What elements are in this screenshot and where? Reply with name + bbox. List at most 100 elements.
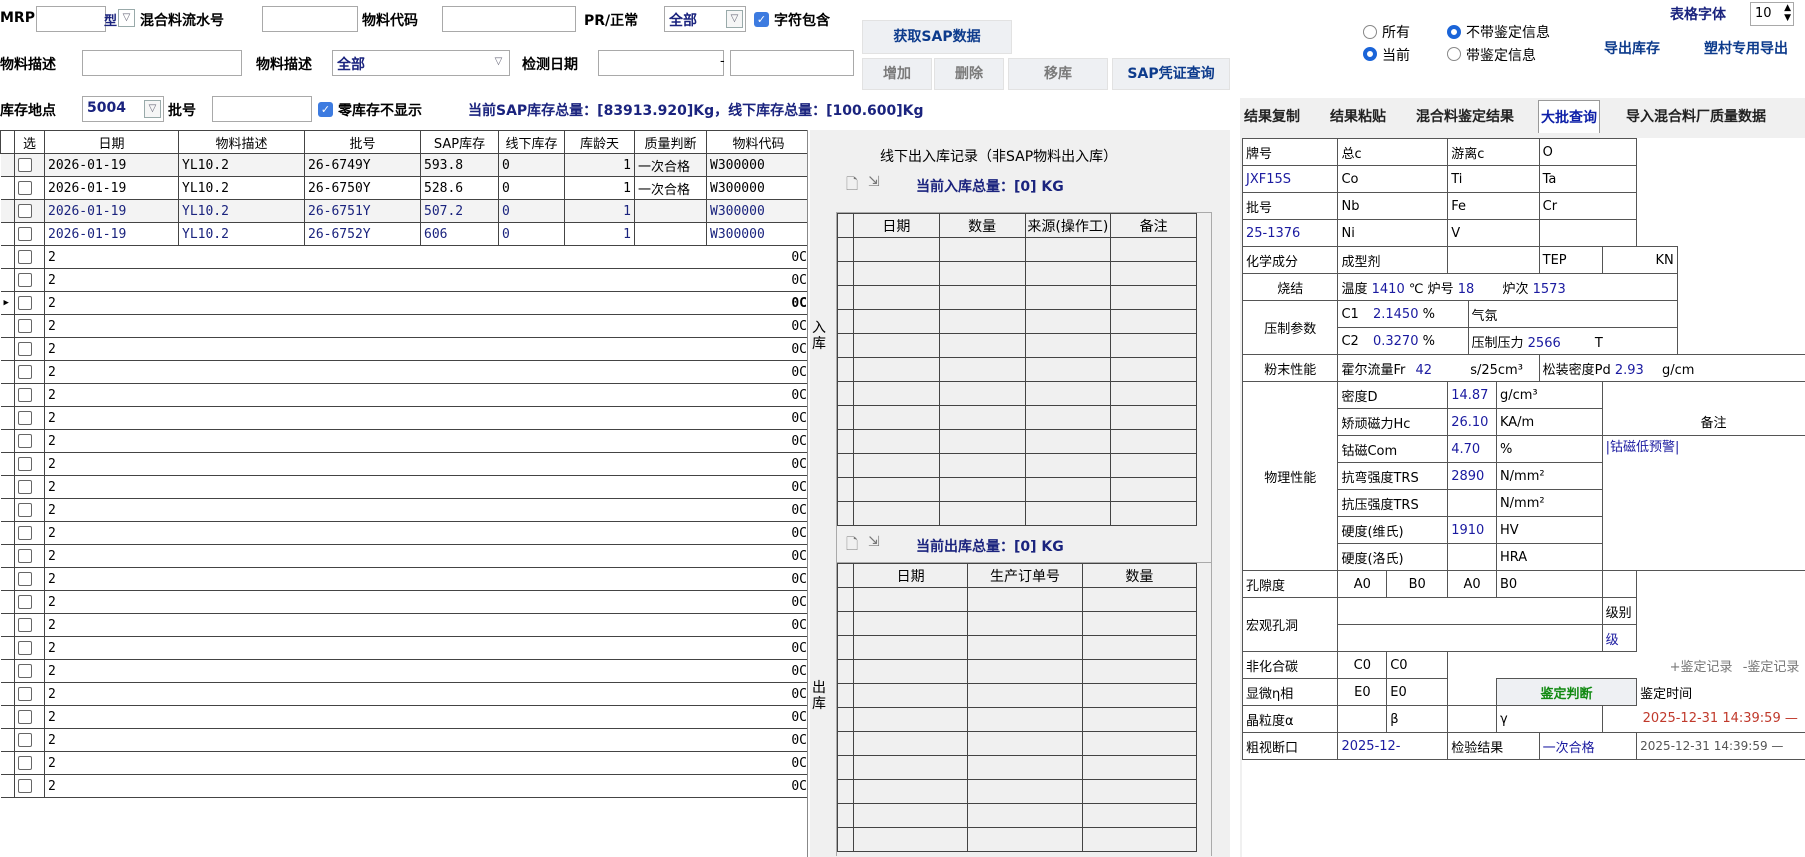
- row-checkbox[interactable]: [18, 756, 32, 770]
- column-header[interactable]: 质量判断: [634, 130, 707, 154]
- remark-text[interactable]: |钴磁低预警|: [1601, 435, 1805, 571]
- material-desc-input[interactable]: [82, 50, 242, 76]
- row-checkbox[interactable]: [18, 503, 32, 517]
- table-row[interactable]: 2 0C: [0, 406, 807, 430]
- tab-0[interactable]: 结果复制: [1242, 100, 1302, 132]
- column-header[interactable]: 批号: [304, 130, 421, 154]
- table-row[interactable]: 2 0C: [0, 567, 807, 591]
- delete-button[interactable]: 删除: [934, 58, 1004, 90]
- column-header[interactable]: 来源(操作工): [1024, 213, 1112, 238]
- test-date-from[interactable]: [598, 50, 724, 76]
- table-row[interactable]: 2 0C: [0, 521, 807, 545]
- table-row[interactable]: [837, 501, 1197, 526]
- tab-2[interactable]: 混合料鉴定结果: [1414, 100, 1516, 132]
- new-doc-icon[interactable]: 🗋: [846, 174, 858, 199]
- cert-time-select[interactable]: 2025-12-31 14:39:59 —: [1636, 732, 1805, 760]
- table-row[interactable]: [837, 237, 1197, 262]
- new-doc-icon[interactable]: 🗋: [846, 534, 858, 559]
- column-header[interactable]: SAP库存: [420, 130, 499, 154]
- row-checkbox[interactable]: [18, 618, 32, 632]
- table-row[interactable]: [837, 659, 1198, 684]
- table-row[interactable]: 2 0C: [0, 728, 807, 752]
- sap-voucher-button[interactable]: SAP凭证查询: [1112, 58, 1230, 90]
- table-row[interactable]: 2026-01-19 YL10.2 26-6750Y 528.6 0 1 一次合格 W3000…: [0, 176, 807, 200]
- row-checkbox[interactable]: [18, 342, 32, 356]
- column-header[interactable]: 日期: [853, 213, 940, 238]
- table-row[interactable]: 2 0C: [0, 544, 807, 568]
- row-checkbox[interactable]: [18, 572, 32, 586]
- table-row[interactable]: 2026-01-19 YL10.2 26-6751Y 507.2 0 1 W300000: [0, 199, 807, 223]
- column-header[interactable]: 数量: [1081, 563, 1198, 588]
- column-header[interactable]: 备注: [1110, 213, 1197, 238]
- table-row[interactable]: [837, 683, 1198, 708]
- mrp-input[interactable]: [36, 6, 106, 32]
- move-button[interactable]: 移库: [1008, 58, 1108, 90]
- row-checkbox[interactable]: [18, 664, 32, 678]
- row-checkbox[interactable]: [18, 779, 32, 793]
- table-row[interactable]: [837, 731, 1198, 756]
- row-checkbox[interactable]: [18, 641, 32, 655]
- row-checkbox[interactable]: [18, 204, 32, 218]
- row-checkbox[interactable]: [18, 227, 32, 241]
- table-row[interactable]: [837, 707, 1198, 732]
- table-row[interactable]: 2 0C: [0, 682, 807, 706]
- table-row[interactable]: 2 0C: [0, 245, 807, 269]
- mrp-dropdown-icon[interactable]: ▽: [118, 9, 135, 27]
- judge-button[interactable]: 鉴定判断: [1495, 678, 1638, 706]
- table-row[interactable]: 2 0C: [0, 705, 807, 729]
- table-row[interactable]: [837, 611, 1198, 636]
- table-row[interactable]: 2 0C: [0, 429, 807, 453]
- batch-input[interactable]: [212, 96, 312, 122]
- table-row[interactable]: 2 0C: [0, 337, 807, 361]
- table-row[interactable]: 2 0C: [0, 590, 807, 614]
- import-icon[interactable]: ⇲: [868, 174, 880, 190]
- row-checkbox[interactable]: [18, 411, 32, 425]
- table-row[interactable]: [837, 453, 1197, 478]
- table-row[interactable]: [837, 285, 1197, 310]
- table-row[interactable]: [837, 309, 1197, 334]
- table-row[interactable]: [837, 587, 1198, 612]
- table-row[interactable]: 2026-01-19 YL10.2 26-6752Y 606 0 1 W300000: [0, 222, 807, 246]
- material-desc2-select[interactable]: 全部 ▽: [332, 50, 510, 76]
- get-sap-button[interactable]: 获取SAP数据: [862, 20, 1012, 54]
- row-checkbox[interactable]: [18, 158, 32, 172]
- table-row[interactable]: ▶ 2 0C: [0, 291, 807, 315]
- row-checkbox[interactable]: [18, 595, 32, 609]
- add-record-button[interactable]: +鉴定记录: [1670, 660, 1733, 675]
- table-row[interactable]: [837, 803, 1198, 828]
- radio-all[interactable]: [1363, 25, 1377, 39]
- font-size-stepper[interactable]: 10 ▲ ▼: [1750, 2, 1794, 26]
- column-header[interactable]: 线下库存: [498, 130, 565, 154]
- table-row[interactable]: 2 0C: [0, 498, 807, 522]
- row-checkbox[interactable]: [18, 250, 32, 264]
- column-header[interactable]: 数量: [938, 213, 1026, 238]
- table-row[interactable]: [837, 429, 1197, 454]
- column-header[interactable]: 生产订单号: [967, 563, 1083, 588]
- row-checkbox[interactable]: [18, 434, 32, 448]
- row-checkbox[interactable]: [18, 526, 32, 540]
- row-checkbox[interactable]: [18, 687, 32, 701]
- material-code-input[interactable]: [442, 6, 576, 32]
- radio-no-cert[interactable]: [1447, 25, 1461, 39]
- row-checkbox[interactable]: [18, 181, 32, 195]
- row-checkbox[interactable]: [18, 733, 32, 747]
- table-row[interactable]: 2 0C: [0, 452, 807, 476]
- pr-select[interactable]: 全部 ▽: [664, 6, 746, 32]
- row-checkbox[interactable]: [18, 319, 32, 333]
- mix-lot-input[interactable]: [262, 6, 358, 32]
- row-checkbox[interactable]: [18, 549, 32, 563]
- row-checkbox[interactable]: [18, 710, 32, 724]
- tab-1[interactable]: 结果粘贴: [1328, 100, 1388, 132]
- table-row[interactable]: [837, 261, 1197, 286]
- table-row[interactable]: [837, 381, 1197, 406]
- table-row[interactable]: [837, 405, 1197, 430]
- storage-select[interactable]: 5004 ▽: [82, 96, 164, 122]
- table-row[interactable]: [837, 755, 1198, 780]
- test-date-to[interactable]: [730, 50, 854, 76]
- table-row[interactable]: 2 0C: [0, 314, 807, 338]
- zero-stock-checkbox[interactable]: ✓: [318, 102, 333, 117]
- table-row[interactable]: 2026-01-19 YL10.2 26-6749Y 593.8 0 1 一次合格 W3000…: [0, 153, 807, 177]
- column-header[interactable]: 选: [14, 130, 45, 154]
- export-stock-button[interactable]: 导出库存: [1588, 34, 1676, 66]
- table-row[interactable]: 2 0C: [0, 383, 807, 407]
